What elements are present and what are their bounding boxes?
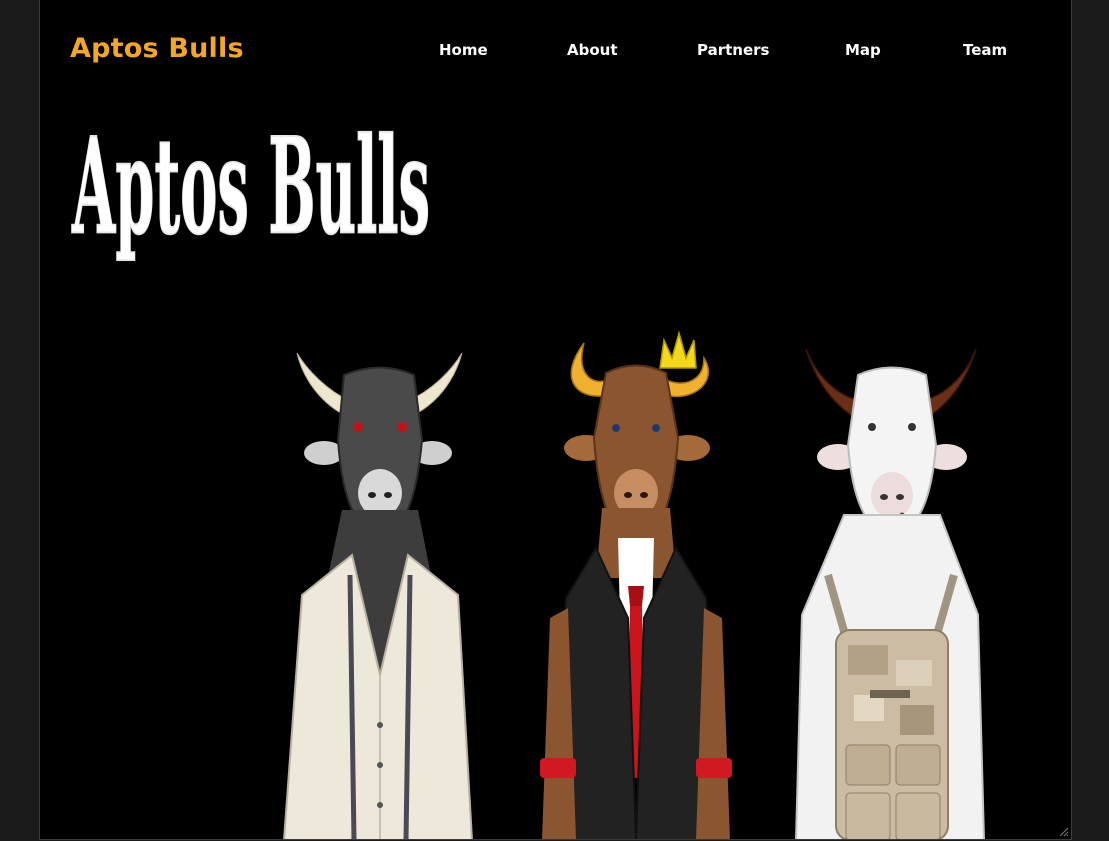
- page-frame: Aptos Bulls Home About Partners Map Team…: [39, 0, 1072, 840]
- brand-logo-text[interactable]: Aptos Bulls: [70, 31, 244, 67]
- white-bull-pipe-backpack-icon: [795, 348, 985, 839]
- nav-partners[interactable]: Partners: [697, 40, 769, 60]
- brown-bull-crown-suit-icon: [540, 330, 732, 839]
- nav-about[interactable]: About: [567, 40, 618, 60]
- hero-title: Aptos Bulls: [68, 100, 438, 270]
- nav-home[interactable]: Home: [439, 40, 488, 60]
- nav-map[interactable]: Map: [845, 40, 881, 60]
- nav-team[interactable]: Team: [963, 40, 1007, 60]
- hero-title-text: Aptos Bulls: [72, 109, 430, 265]
- dark-bull-white-jacket-icon: [283, 352, 473, 839]
- resize-grip-icon[interactable]: [1057, 825, 1069, 837]
